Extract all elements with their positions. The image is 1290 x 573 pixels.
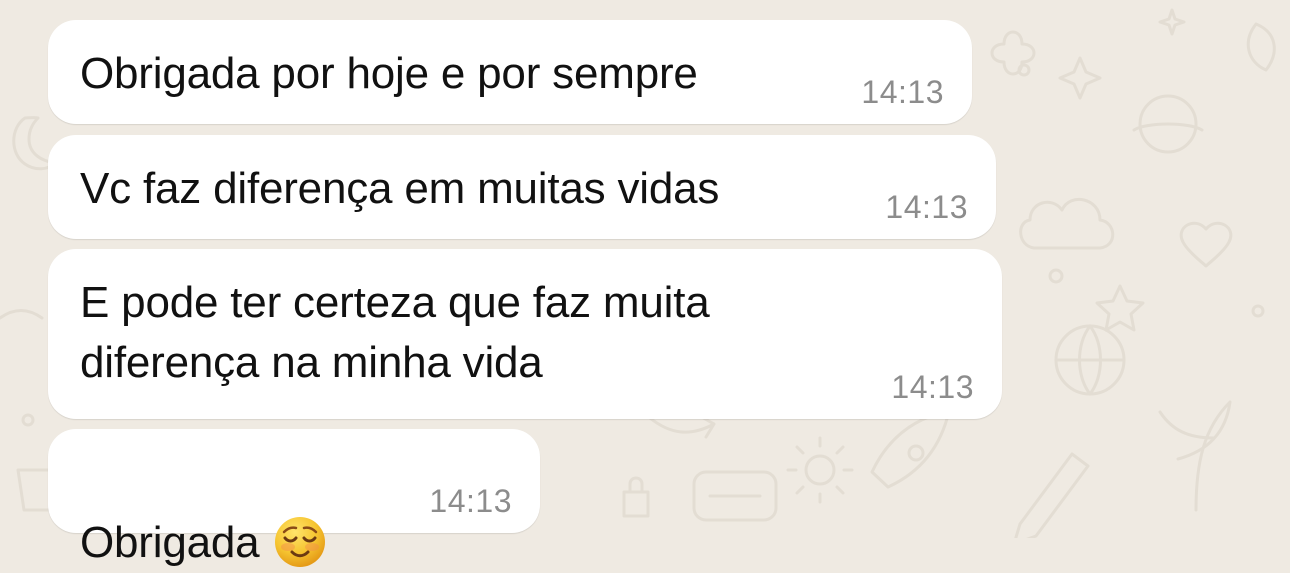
incoming-message-bubble[interactable]: E pode ter certeza que faz muita diferen… xyxy=(48,249,1002,419)
message-text: Vc faz diferença em muitas vidas xyxy=(80,164,720,213)
incoming-message-bubble[interactable]: Obrigada por hoje e por sempre 14:13 xyxy=(48,20,972,124)
chat-thread: Obrigada por hoje e por sempre 14:13 Vc … xyxy=(0,0,1290,567)
message-text: Obrigada xyxy=(80,518,260,567)
incoming-message-bubble[interactable]: Vc faz diferença em muitas vidas 14:13 xyxy=(48,135,996,239)
message-text: Obrigada por hoje e por sempre xyxy=(80,49,698,98)
incoming-message-bubble[interactable]: Obrigada 14:13 xyxy=(48,429,540,567)
message-time: 14:13 xyxy=(429,483,512,519)
message-time: 14:13 xyxy=(891,369,974,405)
message-content: Obrigada xyxy=(80,453,327,573)
smiling-face-icon xyxy=(275,517,326,567)
message-time: 14:13 xyxy=(885,189,968,225)
message-text: E pode ter certeza que faz muita diferen… xyxy=(80,278,710,387)
message-time: 14:13 xyxy=(861,74,944,110)
